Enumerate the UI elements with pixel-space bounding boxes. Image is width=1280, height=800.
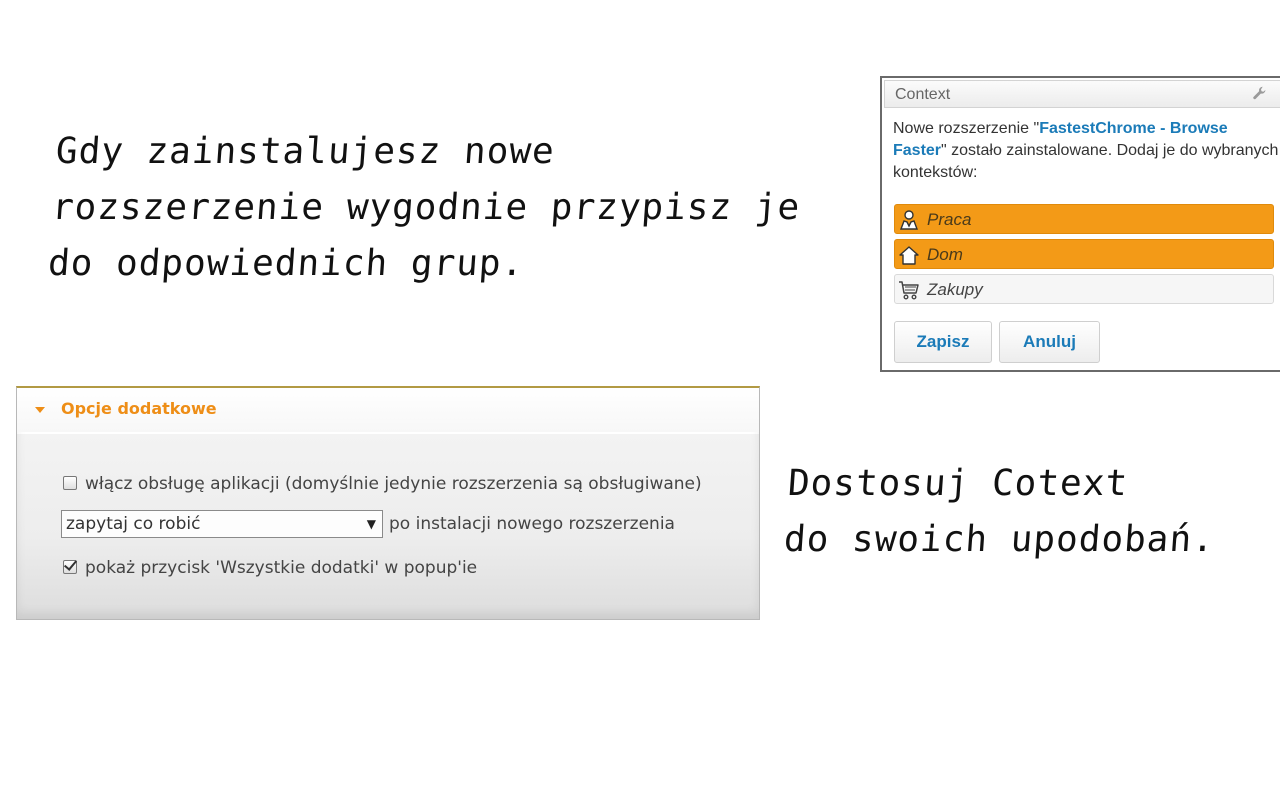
popup-message: Nowe rozszerzenie "FastestChrome - Brows… (893, 118, 1280, 184)
all-addons-checkbox[interactable] (63, 560, 77, 574)
save-button[interactable]: Zapisz (894, 321, 992, 363)
caption-line: Dostosuj Cotext (786, 463, 1130, 504)
options-header[interactable]: Opcje dodatkowe (17, 388, 759, 432)
collapse-triangle-icon[interactable] (35, 407, 45, 413)
context-list: Praca Dom Zakupy (894, 204, 1274, 309)
slide: Gdy zainstalujesz nowe rozszerzenie wygo… (0, 0, 1280, 800)
popup-titlebar: Context (884, 80, 1280, 108)
popup-title: Context (895, 86, 951, 103)
caption-customize: Dostosuj Cotext do swoich upodobań. (782, 456, 1221, 568)
message-suffix: " zostało zainstalowane. Dodaj je do wyb… (893, 142, 1279, 181)
apps-checkbox[interactable] (63, 476, 77, 490)
options-panel: Opcje dodatkowe włącz obsługę aplikacji … (16, 386, 760, 620)
apps-checkbox-label: włącz obsługę aplikacji (domyślnie jedyn… (85, 474, 702, 494)
home-icon (899, 246, 919, 265)
context-label: Dom (927, 245, 963, 264)
shopping-cart-icon (899, 281, 919, 300)
caption-line: do swoich upodobań. (782, 519, 1217, 560)
install-action-selected: zapytaj co robić (66, 514, 201, 534)
dropdown-arrow-icon: ▼ (366, 517, 376, 531)
all-addons-option-row: pokaż przycisk 'Wszystkie dodatki' w pop… (63, 558, 477, 578)
caption-install: Gdy zainstalujesz nowe rozszerzenie wygo… (46, 124, 806, 292)
install-action-select[interactable]: zapytaj co robić ▼ (61, 510, 383, 538)
context-label: Zakupy (927, 280, 983, 299)
install-action-suffix: po instalacji nowego rozszerzenia (389, 514, 675, 534)
message-prefix: Nowe rozszerzenie " (893, 120, 1040, 137)
caption-line: Gdy zainstalujesz nowe (54, 131, 557, 172)
wrench-icon[interactable] (1251, 85, 1269, 103)
install-action-row: zapytaj co robić ▼ po instalacji nowego ro… (61, 510, 675, 538)
context-item-zakupy[interactable]: Zakupy (894, 274, 1274, 304)
context-popup: Context Nowe rozszerzenie "FastestChrome… (880, 76, 1280, 372)
cancel-button[interactable]: Anuluj (999, 321, 1100, 363)
context-item-dom[interactable]: Dom (894, 239, 1274, 269)
options-title: Opcje dodatkowe (61, 399, 217, 418)
context-label: Praca (927, 210, 972, 229)
all-addons-checkbox-label: pokaż przycisk 'Wszystkie dodatki' w pop… (85, 558, 478, 578)
caption-line: rozszerzenie wygodnie przypisz je (50, 187, 802, 228)
work-person-icon (899, 210, 919, 230)
caption-line: do odpowiednich grup. (46, 243, 526, 284)
context-item-praca[interactable]: Praca (894, 204, 1274, 234)
apps-option-row: włącz obsługę aplikacji (domyślnie jedyn… (63, 474, 702, 494)
